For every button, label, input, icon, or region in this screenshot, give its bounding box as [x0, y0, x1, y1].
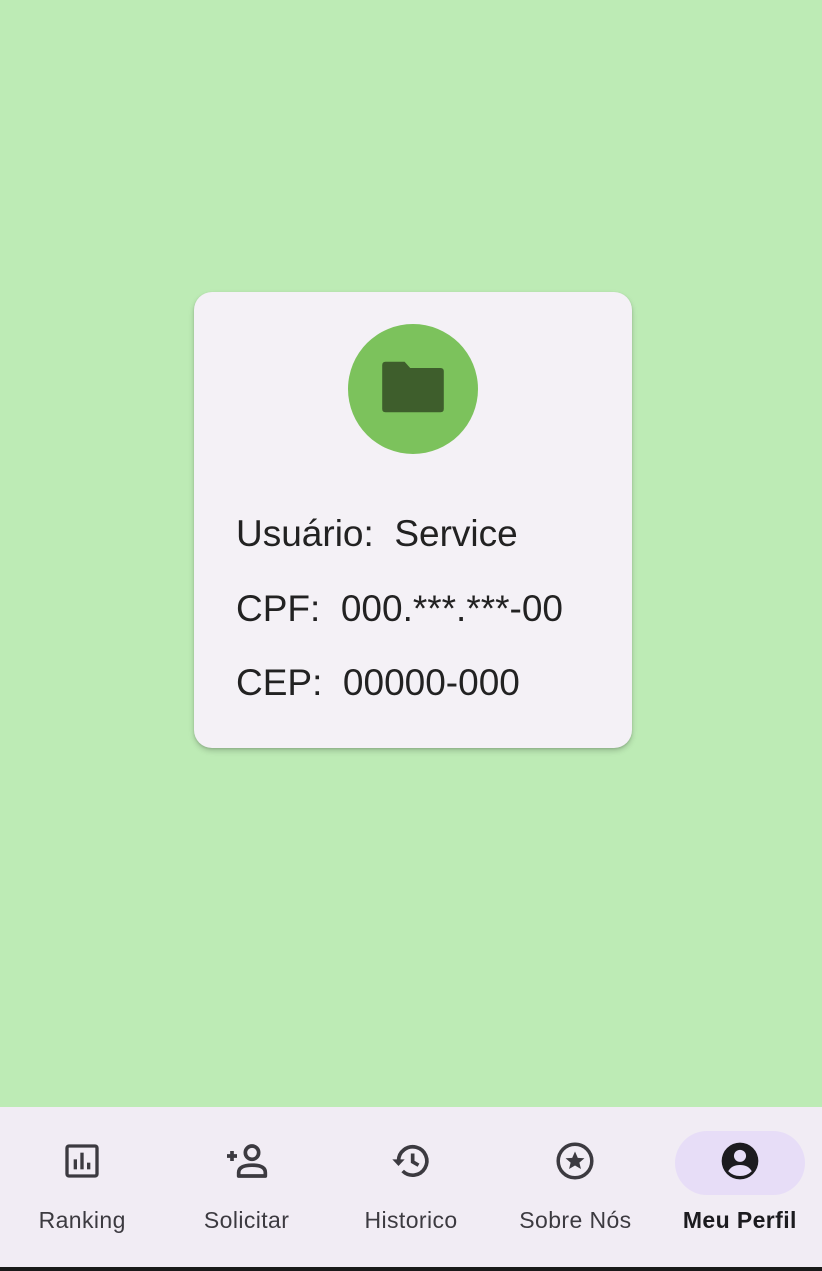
nav-item-historico[interactable]: Historico	[329, 1107, 493, 1239]
nav-icon-container	[182, 1131, 312, 1195]
history-icon	[389, 1141, 433, 1186]
main-content: Usuário: Service CPF: 000.***.***-00 CEP…	[0, 0, 822, 1107]
account-circle-icon	[718, 1139, 762, 1188]
nav-item-ranking[interactable]: Ranking	[0, 1107, 164, 1239]
nav-label-ranking: Ranking	[38, 1207, 126, 1233]
nav-item-meu-perfil[interactable]: Meu Perfil	[658, 1107, 822, 1239]
nav-active-indicator	[674, 1131, 805, 1195]
nav-icon-container	[346, 1131, 476, 1195]
nav-label-sobre-nos: Sobre Nós	[519, 1207, 632, 1233]
nav-label-solicitar: Solicitar	[203, 1207, 290, 1233]
nav-item-solicitar[interactable]: Solicitar	[164, 1107, 328, 1239]
cep-text: CEP: 00000-000	[236, 662, 520, 703]
star-circle-icon	[554, 1140, 596, 1187]
person-add-icon	[223, 1141, 271, 1186]
nav-label-historico: Historico	[364, 1207, 458, 1233]
nav-label-meu-perfil: Meu Perfil	[682, 1207, 797, 1233]
system-bottom-bar	[0, 1239, 822, 1271]
user-name-text: Usuário: Service	[236, 513, 518, 554]
nav-item-sobre-nos[interactable]: Sobre Nós	[493, 1107, 657, 1239]
nav-icon-container	[17, 1131, 147, 1195]
folder-icon	[379, 359, 447, 420]
bottom-navigation-bar: Ranking Solicitar Historico Sobre Nós Me…	[0, 1107, 822, 1239]
profile-avatar	[348, 324, 478, 454]
cpf-text: CPF: 000.***.***-00	[236, 588, 564, 629]
profile-card: Usuário: Service CPF: 000.***.***-00 CEP…	[194, 292, 632, 748]
nav-icon-container	[510, 1131, 640, 1195]
bar-chart-icon	[62, 1141, 102, 1186]
